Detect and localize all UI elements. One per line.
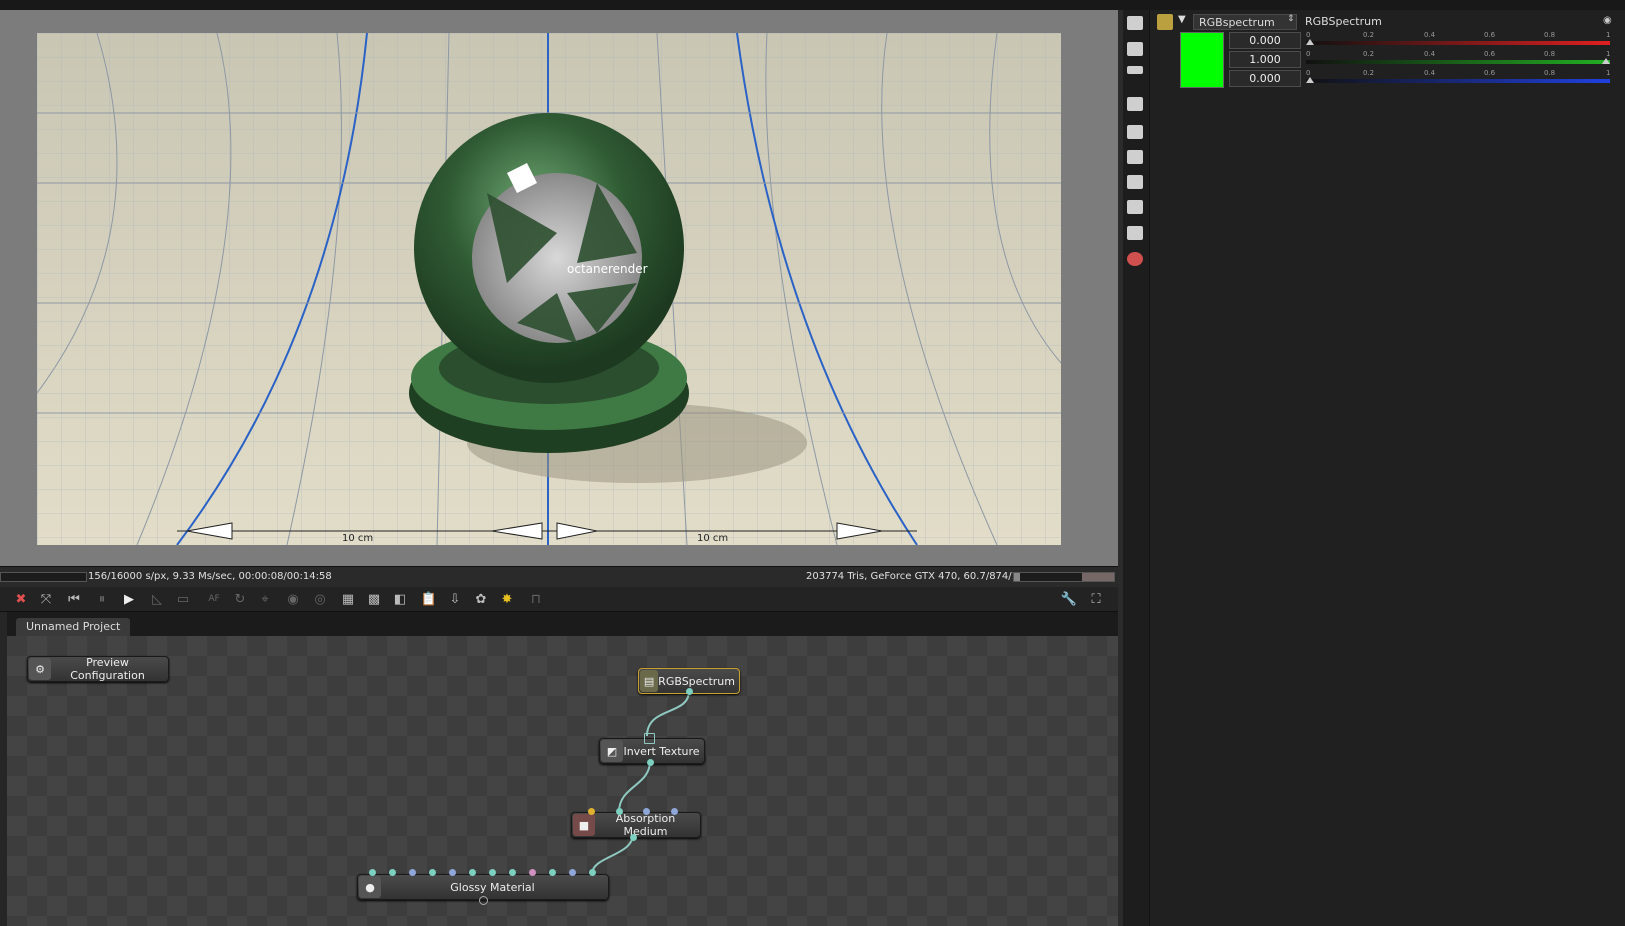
rgb-output-pin[interactable] — [686, 688, 693, 695]
glossy-pin-12[interactable] — [589, 869, 596, 876]
absorption-pin-4[interactable] — [671, 808, 678, 815]
node-type-icon — [1157, 14, 1173, 30]
glossy-pin-1[interactable] — [369, 869, 376, 876]
green-slider-ticks: 0 0.2 0.4 0.6 0.8 1 — [1306, 50, 1611, 58]
ruler-label-right: 10 cm — [697, 533, 728, 544]
blue-value-field[interactable]: 0.000 — [1229, 70, 1301, 87]
pick-icon[interactable]: ⌖ — [256, 590, 274, 608]
glossy-pin-4[interactable] — [429, 869, 436, 876]
color-swatch[interactable] — [1180, 32, 1224, 88]
render-progress-bar — [0, 572, 87, 582]
film-icon[interactable] — [1127, 150, 1143, 164]
environment-icon[interactable] — [1127, 175, 1143, 189]
glossy-pin-7[interactable] — [489, 869, 496, 876]
compare-icon[interactable]: ◧ — [391, 590, 409, 608]
material-icon[interactable] — [1127, 252, 1143, 266]
render-toolbar: ✖ ⤧ ⏮ ⏸ ▶ ◺ ▭ AF ↻ ⌖ ◉ ◎ ▦ ▩ ◧ 📋 ⇩ ✿ ✸ ⊓… — [0, 587, 1118, 612]
ruler-label-left: 10 cm — [342, 533, 373, 544]
glossy-pin-6[interactable] — [469, 869, 476, 876]
glossy-pin-9[interactable] — [529, 869, 536, 876]
fullscreen-icon[interactable]: ⛶ — [1087, 590, 1105, 608]
invert-input-pin[interactable] — [644, 733, 655, 744]
alpha-icon[interactable]: ▩ — [365, 590, 383, 608]
stop-render-icon[interactable]: ✖ — [12, 590, 30, 608]
clipboard-icon[interactable]: 📋 — [420, 590, 438, 608]
tab-unnamed-project[interactable]: Unnamed Project — [16, 618, 131, 636]
red-slider[interactable]: 0 0.2 0.4 0.6 0.8 1 — [1306, 31, 1610, 46]
render-stats: 156/16000 s/px, 9.33 Ms/sec, 00:00:08/00… — [88, 571, 332, 582]
glossy-pin-11[interactable] — [569, 869, 576, 876]
render-image: octanerender 10 cm 10 cm — [37, 33, 1061, 545]
memory-usage-bar — [1013, 572, 1115, 582]
restart-icon[interactable]: ⏮ — [65, 590, 83, 608]
absorption-medium-icon: ■ — [573, 814, 595, 836]
green-value-field[interactable]: 1.000 — [1229, 51, 1301, 68]
camera-icon[interactable] — [1127, 16, 1143, 30]
kernel-icon[interactable] — [1127, 226, 1143, 240]
rgb-spectrum-icon: ▤ — [640, 670, 659, 692]
image-icon[interactable] — [1127, 97, 1143, 111]
absorption-pin-3[interactable] — [643, 808, 650, 815]
reset-icon[interactable]: ⤧ — [37, 590, 55, 608]
layers-icon[interactable] — [1127, 42, 1143, 56]
watermark-text: octanerender — [567, 262, 648, 276]
red-slider-ticks: 0 0.2 0.4 0.6 0.8 1 — [1306, 31, 1611, 39]
invert-texture-icon: ◩ — [601, 740, 623, 762]
red-slider-bar — [1306, 41, 1610, 45]
render-status-bar: 156/16000 s/px, 9.33 Ms/sec, 00:00:08/00… — [0, 566, 1118, 587]
node-type-select[interactable]: RGBspectrum — [1193, 14, 1297, 30]
play-icon[interactable]: ▶ — [120, 590, 138, 608]
glossy-pin-10[interactable] — [549, 869, 556, 876]
green-slider-handle[interactable] — [1602, 58, 1610, 64]
visibility-eye-icon[interactable]: ◉ — [1603, 15, 1612, 26]
top-bar — [0, 0, 1625, 10]
glossy-material-icon: ● — [359, 876, 381, 898]
blue-slider-bar — [1306, 79, 1610, 83]
color-icon[interactable]: ✿ — [472, 590, 490, 608]
red-value-field[interactable]: 0.000 — [1229, 32, 1301, 49]
glossy-output-pin[interactable] — [479, 896, 488, 905]
glossy-pin-5[interactable] — [449, 869, 456, 876]
green-slider-bar — [1306, 60, 1610, 64]
node-name-label: RGBSpectrum — [1305, 15, 1382, 28]
absorption-output-pin[interactable] — [630, 834, 637, 841]
camera-reset-icon[interactable]: ↻ — [231, 590, 249, 608]
graph-editor-header: Unnamed Project — [0, 612, 1118, 636]
stack-icon[interactable] — [1127, 66, 1143, 74]
absorption-pin-1[interactable] — [588, 808, 595, 815]
settings-wrench-icon[interactable]: 🔧 — [1060, 590, 1078, 608]
save-image-icon[interactable]: ⇩ — [446, 590, 464, 608]
object-picker-icon[interactable]: ◎ — [311, 590, 329, 608]
absorption-pin-2[interactable] — [616, 808, 623, 815]
blue-slider-handle[interactable] — [1306, 77, 1314, 83]
autofocus-icon[interactable]: AF — [205, 590, 223, 608]
pause-icon[interactable]: ⏸ — [93, 590, 111, 608]
invert-output-pin[interactable] — [647, 759, 654, 766]
collapse-arrow-icon[interactable]: ▼ — [1178, 14, 1186, 25]
material-picker-icon[interactable]: ◉ — [284, 590, 302, 608]
imager-icon[interactable] — [1127, 200, 1143, 214]
lock-icon[interactable]: ⊓ — [527, 590, 545, 608]
graph-left-strip — [0, 612, 7, 926]
glossy-pin-8[interactable] — [509, 869, 516, 876]
green-slider[interactable]: 0 0.2 0.4 0.6 0.8 1 — [1306, 50, 1610, 65]
glossy-pin-2[interactable] — [389, 869, 396, 876]
background-icon[interactable]: ▦ — [339, 590, 357, 608]
render-scene: octanerender 10 cm 10 cm — [37, 33, 1061, 545]
red-slider-handle[interactable] — [1306, 39, 1314, 45]
region-icon[interactable]: ◺ — [148, 590, 166, 608]
blue-slider-ticks: 0 0.2 0.4 0.6 0.8 1 — [1306, 69, 1611, 77]
preview-config-icon: ⚙ — [29, 658, 51, 680]
effects-icon[interactable]: ✸ — [498, 590, 516, 608]
node-inspector — [1150, 10, 1625, 926]
render-viewport[interactable]: octanerender 10 cm 10 cm — [0, 10, 1118, 566]
inspector-icon-column — [1123, 10, 1150, 926]
glossy-pin-3[interactable] — [409, 869, 416, 876]
node-graph-canvas[interactable]: ⚙ Preview Configuration ▤ RGBSpectrum ◩ … — [7, 636, 1118, 926]
camera-settings-icon[interactable] — [1127, 125, 1143, 139]
blue-slider[interactable]: 0 0.2 0.4 0.6 0.8 1 — [1306, 69, 1610, 84]
node-preview-configuration[interactable]: ⚙ Preview Configuration — [27, 656, 169, 682]
select-stepper-icon: ⇕ — [1287, 14, 1295, 24]
viewport-lock-icon[interactable]: ▭ — [174, 590, 192, 608]
